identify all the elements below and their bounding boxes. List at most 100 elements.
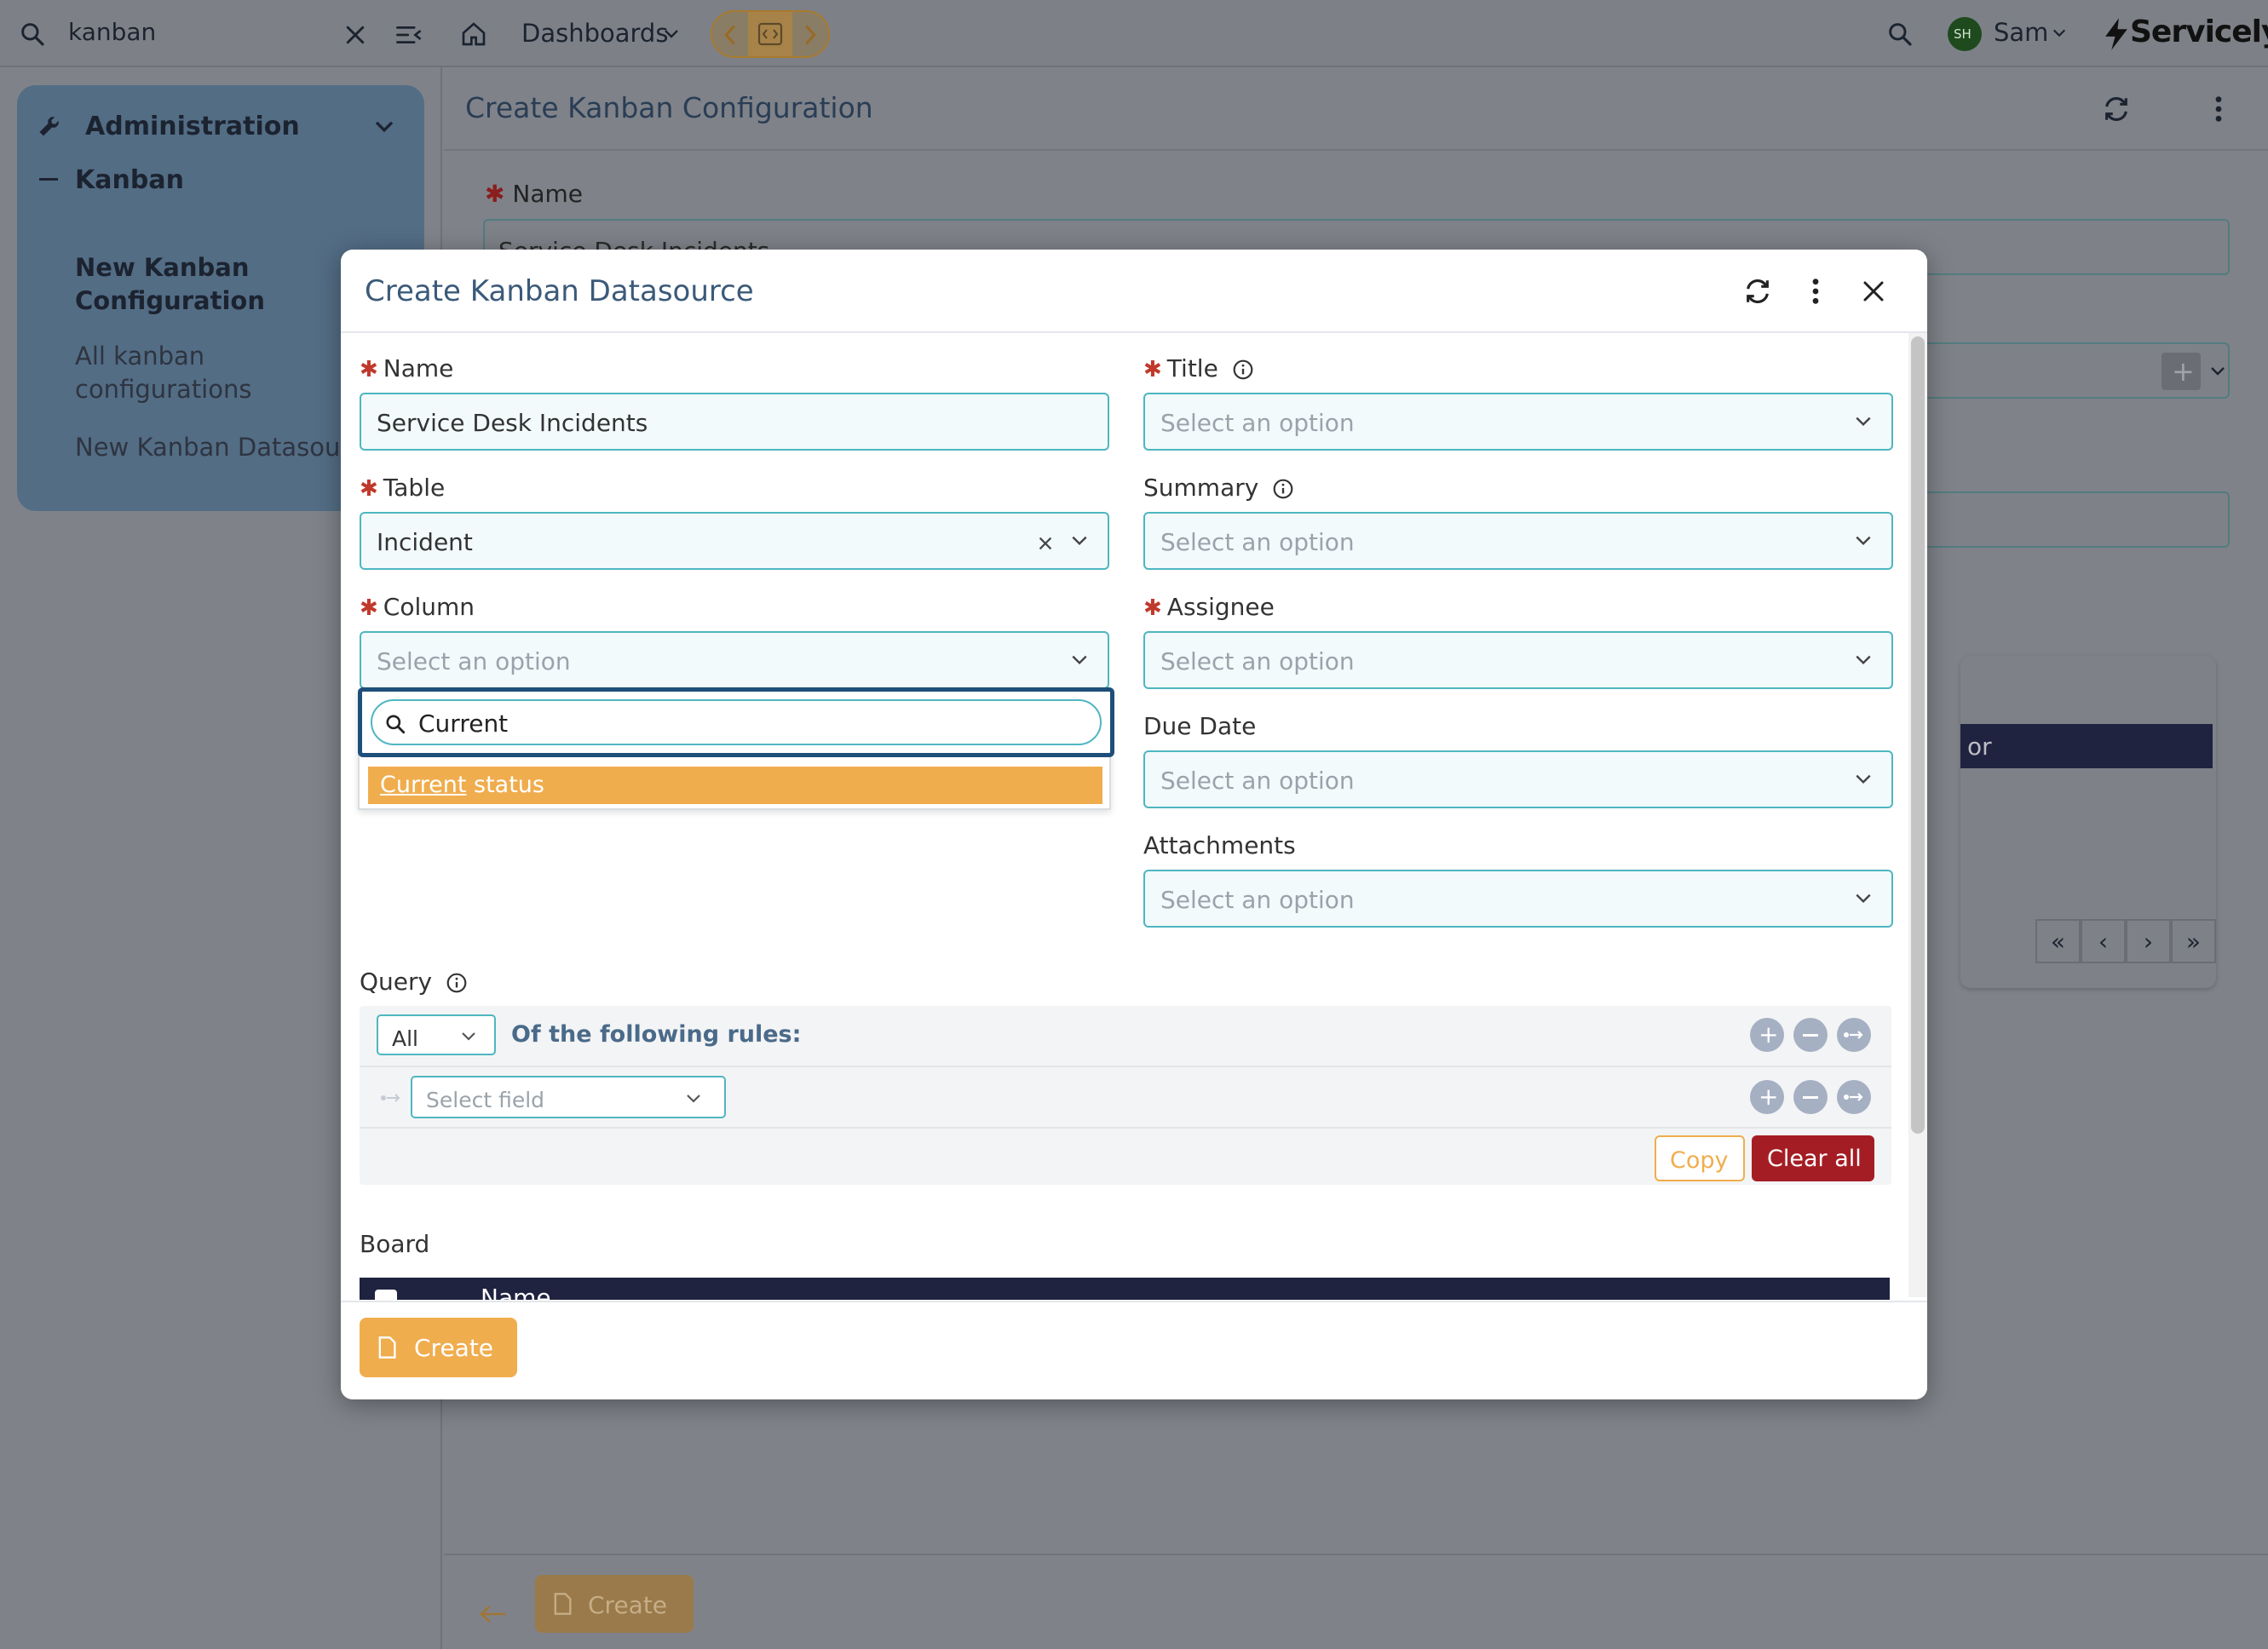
- collapse-menu-icon[interactable]: [395, 22, 423, 48]
- due-date-select[interactable]: Select an option: [1143, 750, 1893, 808]
- prev-page-icon[interactable]: ‹: [2081, 919, 2126, 963]
- add-rule-button[interactable]: +: [1750, 1018, 1784, 1052]
- collapse-group-icon[interactable]: [39, 178, 58, 181]
- dialog-header: Create Kanban Datasource: [341, 250, 1927, 333]
- more-options-icon[interactable]: [2214, 95, 2223, 124]
- clear-all-button[interactable]: Clear all: [1752, 1135, 1874, 1181]
- chevron-down-icon[interactable]: [1070, 534, 1089, 548]
- bg-table-header-text: or: [1967, 733, 1992, 761]
- column-dropdown: Current Current status: [358, 687, 1114, 810]
- chevron-down-icon[interactable]: [1854, 534, 1873, 548]
- next-page-icon[interactable]: ›: [2126, 919, 2171, 963]
- close-icon[interactable]: [1861, 279, 1886, 304]
- brand-name: Servicely: [2130, 14, 2268, 49]
- home-icon[interactable]: [460, 20, 487, 48]
- info-icon[interactable]: [446, 972, 468, 994]
- name-field[interactable]: Service Desk Incidents: [360, 393, 1109, 451]
- add-button[interactable]: +: [2162, 353, 2201, 390]
- avatar-initials: SH: [1954, 26, 1972, 42]
- title-label: ✱ Title: [1143, 357, 1254, 381]
- clear-search-icon[interactable]: [343, 22, 368, 48]
- sidebar-item-label: Configuration: [75, 286, 265, 315]
- chevron-down-icon: [663, 27, 680, 41]
- refresh-icon[interactable]: [2102, 95, 2131, 124]
- search-icon: [384, 713, 406, 735]
- sidebar-group-kanban[interactable]: Kanban: [75, 168, 184, 193]
- first-page-icon[interactable]: «: [2035, 919, 2081, 963]
- chevron-down-icon[interactable]: [373, 119, 395, 135]
- table-select[interactable]: Incident: [360, 512, 1109, 570]
- servicely-logo-icon: [2101, 17, 2132, 51]
- chevron-down-icon[interactable]: [1854, 415, 1873, 428]
- embed-button[interactable]: [748, 12, 792, 56]
- page-header: Create Kanban Configuration: [444, 67, 2268, 151]
- select-field-dropdown[interactable]: Select field: [411, 1076, 726, 1118]
- dropdown-search-wrap: Current: [358, 687, 1114, 757]
- wrench-icon: [36, 109, 66, 140]
- user-menu[interactable]: Sam: [1994, 20, 2048, 45]
- option-current-status[interactable]: Current status: [368, 767, 1102, 804]
- create-datasource-dialog: Create Kanban Datasource ✱ Name Service D…: [341, 250, 1927, 1399]
- sidebar-section-administration[interactable]: Administration: [85, 114, 300, 140]
- global-search-icon[interactable]: [1886, 20, 1914, 48]
- chevron-down-icon[interactable]: [1070, 653, 1089, 667]
- chevron-down-icon[interactable]: [1854, 653, 1873, 667]
- remove-rule-button[interactable]: [1793, 1018, 1828, 1052]
- title-placeholder: Select an option: [1160, 409, 1355, 437]
- board-col-name[interactable]: Name: [481, 1286, 551, 1301]
- column-select[interactable]: Select an option: [360, 631, 1109, 689]
- nav-history-control: [711, 10, 830, 58]
- add-rule-button[interactable]: +: [1750, 1080, 1784, 1114]
- due-date-placeholder: Select an option: [1160, 767, 1355, 795]
- attachments-select[interactable]: Select an option: [1143, 870, 1893, 928]
- dropdown-search-input[interactable]: Current: [371, 699, 1102, 745]
- sidebar-item-label: New Kanban: [75, 253, 250, 282]
- document-icon: [552, 1592, 573, 1616]
- add-group-button[interactable]: [1837, 1080, 1871, 1114]
- clear-icon[interactable]: [1036, 534, 1055, 553]
- copy-label: Copy: [1670, 1147, 1729, 1174]
- chevron-down-icon[interactable]: [1854, 892, 1873, 905]
- avatar[interactable]: SH: [1948, 17, 1982, 51]
- search-icon: [19, 20, 46, 48]
- query-label: Query: [360, 970, 468, 994]
- drag-handle-icon[interactable]: [380, 1092, 402, 1104]
- summary-label: Summary: [1143, 476, 1294, 500]
- name-value: Service Desk Incidents: [377, 409, 648, 437]
- dialog-scrollbar[interactable]: [1908, 333, 1927, 1297]
- bg-create-button[interactable]: Create: [535, 1575, 694, 1633]
- minus-icon: [1803, 1096, 1818, 1099]
- summary-select[interactable]: Select an option: [1143, 512, 1893, 570]
- column-label: ✱ Column: [360, 593, 475, 621]
- last-page-icon[interactable]: »: [2171, 919, 2216, 963]
- query-builder: All Of the following rules: + Select fie…: [360, 1006, 1891, 1185]
- top-bar: kanban Dashboards SH Sam Servicely: [0, 0, 2268, 67]
- scrollbar-thumb[interactable]: [1911, 336, 1925, 1134]
- info-icon[interactable]: [1232, 359, 1254, 381]
- assignee-label: ✱ Assignee: [1143, 593, 1275, 621]
- forward-icon[interactable]: [801, 23, 820, 47]
- query-rules-text: Of the following rules:: [511, 1021, 802, 1048]
- title-select[interactable]: Select an option: [1143, 393, 1893, 451]
- info-icon[interactable]: [1272, 478, 1294, 500]
- create-button[interactable]: Create: [360, 1318, 517, 1377]
- refresh-icon[interactable]: [1743, 277, 1772, 306]
- due-date-label: Due Date: [1143, 712, 1257, 740]
- dashboards-menu[interactable]: Dashboards: [521, 21, 668, 46]
- more-options-icon[interactable]: [1811, 277, 1820, 306]
- remove-rule-button[interactable]: [1793, 1080, 1828, 1114]
- add-group-button[interactable]: [1837, 1018, 1871, 1052]
- copy-button[interactable]: Copy: [1655, 1135, 1745, 1181]
- minus-icon: [1803, 1034, 1818, 1037]
- back-arrow-icon[interactable]: [478, 1604, 507, 1624]
- nav-search-input[interactable]: kanban: [68, 20, 156, 44]
- chevron-down-icon[interactable]: [1854, 773, 1873, 786]
- chevron-down-icon[interactable]: [2209, 365, 2226, 377]
- select-field-placeholder: Select field: [426, 1088, 545, 1112]
- query-match-select[interactable]: All: [377, 1014, 496, 1055]
- assignee-select[interactable]: Select an option: [1143, 631, 1893, 689]
- select-all-checkbox[interactable]: [375, 1290, 397, 1300]
- sidebar-item-new-kanban-datasource[interactable]: New Kanban Datasour: [75, 435, 350, 460]
- back-icon[interactable]: [721, 23, 740, 47]
- option-rest-text: status: [466, 772, 544, 798]
